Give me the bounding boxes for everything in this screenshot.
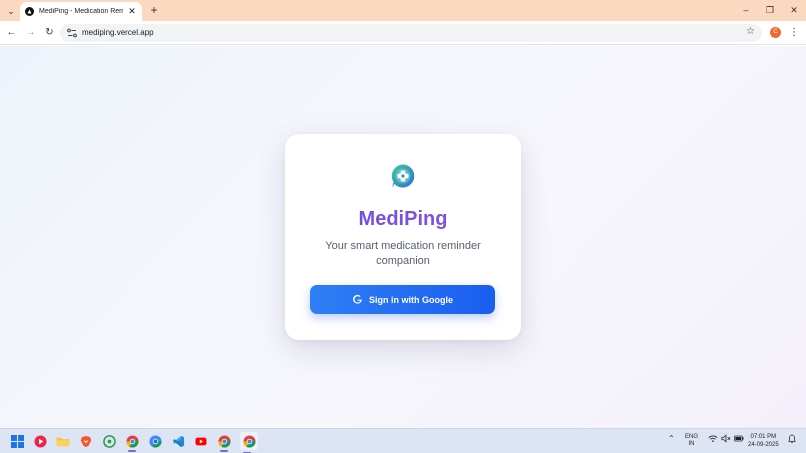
taskbar-clock[interactable]: 07:01 PM 24-09-2025 [748,433,779,449]
profile-avatar[interactable]: C [770,27,781,38]
bookmark-star-icon[interactable]: ☆ [746,26,755,37]
reload-icon[interactable]: ↻ [42,25,57,40]
tagline: Your smart medication reminder companion [325,240,481,267]
page-background: MediPing Your smart medication reminder … [0,46,806,428]
tray-chevron-up-icon[interactable]: ⌃ [668,434,675,443]
chrome-app-icon[interactable] [217,434,231,452]
login-card: MediPing Your smart medication reminder … [285,134,521,340]
tab-strip: ⌄ MediPing - Medication Reminder ✕ + – ❐… [0,0,806,21]
browser-toolbar: ← → ↻ mediping.vercel.app ☆ [0,21,806,45]
site-info-icon[interactable] [66,27,78,39]
url-text: mediping.vercel.app [82,28,154,37]
app-name: MediPing [285,208,521,231]
chevron-down-icon: ⌄ [7,5,15,16]
media-player-icon[interactable] [33,434,47,448]
chrome-icon[interactable] [125,434,139,452]
battery-icon[interactable] [734,434,744,445]
windows-taskbar: ⌃ ENG IN 07:01 PM 24-09-2025 [0,428,806,453]
back-icon[interactable]: ← [4,25,19,40]
vscode-icon[interactable] [171,434,185,448]
language-region: IN [688,441,695,447]
minimize-button[interactable]: – [736,3,756,17]
address-bar[interactable]: mediping.vercel.app ☆ [60,24,762,42]
close-window-button[interactable]: ✕ [784,3,804,17]
chrome-active-window-icon[interactable] [240,432,258,453]
tab-search-button[interactable]: ⌄ [3,3,19,19]
speaker-muted-icon[interactable] [721,434,731,445]
mediping-logo-icon [391,164,415,188]
language-indicator[interactable]: ENG IN [685,434,698,448]
youtube-icon[interactable] [194,434,208,448]
new-tab-button[interactable]: + [147,3,161,17]
language-code: ENG [685,434,699,440]
whatsapp-icon[interactable] [102,434,116,448]
clock-time: 07:01 PM [750,434,777,440]
signin-label: Sign in with Google [369,294,453,305]
notification-bell-icon[interactable] [788,434,796,446]
maximize-button[interactable]: ❐ [760,3,780,17]
tab-title: MediPing - Medication Reminder [39,8,123,15]
google-icon [353,294,362,304]
brave-browser-icon[interactable] [79,434,93,448]
file-explorer-icon[interactable] [56,434,70,448]
browser-menu-icon[interactable]: ⋮ [789,26,799,40]
chrome-profile-icon[interactable] [148,434,162,448]
windows-start-icon[interactable] [10,434,24,448]
tab-close-icon[interactable]: ✕ [127,6,137,17]
google-signin-button[interactable]: Sign in with Google [310,285,495,314]
clock-date: 24-09-2025 [748,442,779,448]
browser-tab[interactable]: MediPing - Medication Reminder ✕ [20,2,142,21]
forward-icon[interactable]: → [23,25,38,40]
wifi-icon[interactable] [708,434,718,445]
mediping-favicon-icon [25,7,34,16]
